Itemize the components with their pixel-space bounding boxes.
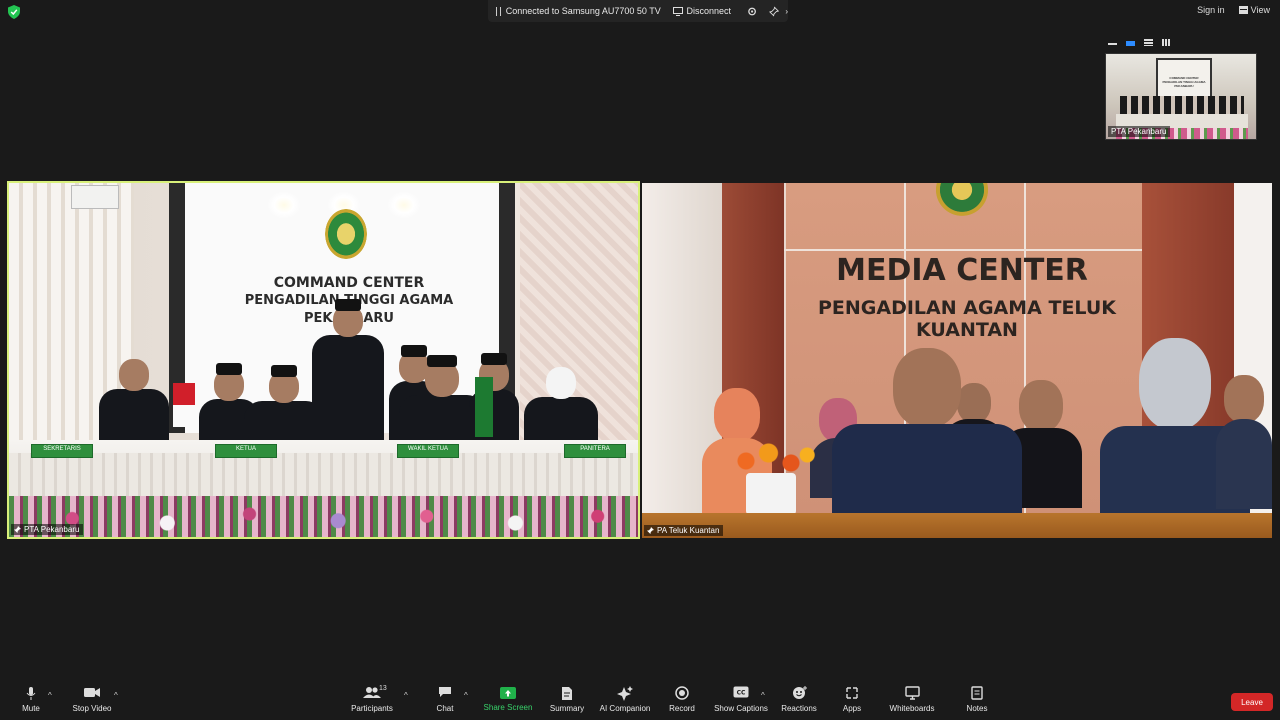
nameplate-ketua: KETUA [215,444,277,458]
tile-name-tag: PA Teluk Kuantan [644,525,724,536]
view-button[interactable]: View [1238,5,1270,15]
pin-icon [647,527,654,534]
svg-text:CC: CC [737,690,746,697]
pin-icon[interactable] [769,5,780,17]
thumbnail-controls [1108,39,1171,46]
disconnect-button[interactable]: Disconnect [673,6,731,16]
desk [642,513,1272,538]
thumbnail-participant-name: PTA Pekanbaru [1111,127,1167,136]
court-flag [475,377,493,437]
notes-label: Notes [966,704,988,713]
participants-button[interactable]: 13 Participants [337,685,407,713]
chat-button[interactable]: Chat [410,686,480,713]
minimize-icon[interactable] [1108,39,1117,45]
video-tile-pa-teluk-kuantan[interactable]: MEDIA CENTER PENGADILAN AGAMA TELUK KUAN… [642,183,1272,538]
backdrop-sign-line1: MEDIA CENTER [836,253,1088,288]
chat-bubble-icon [410,686,480,701]
participant-name: PTA Pekanbaru [24,525,80,534]
security-shield-icon[interactable] [8,5,20,19]
notes-icon [942,686,1012,701]
ceiling-light [387,191,421,219]
flower-arrangement [9,496,638,537]
strip-layout-icon[interactable] [1144,39,1153,46]
nameplate-sekretaris: SEKRETARIS [31,444,93,458]
show-captions-label: Show Captions [714,704,768,713]
mute-label: Mute [22,704,40,713]
share-screen-icon [500,687,516,699]
self-view-thumbnail[interactable]: COMMAND CENTER PENGADILAN TINGGI AGAMA P… [1105,53,1257,140]
chat-options-caret[interactable]: ^ [464,691,468,700]
leave-button[interactable]: Leave [1231,693,1273,711]
chat-label: Chat [436,704,454,713]
air-conditioner [71,185,119,209]
share-screen-label: Share Screen [483,703,533,712]
reactions-label: Reactions [781,704,817,713]
pause-icon [496,6,501,16]
vase [746,473,796,515]
ceiling-light [267,191,301,219]
whiteboards-label: Whiteboards [889,704,935,713]
backdrop-sign-line2: PENGADILAN AGAMA TELUK KUANTAN [817,297,1117,341]
gear-icon[interactable] [747,6,757,17]
record-label: Record [669,704,695,713]
participant-count-badge: 13 [379,685,387,692]
meeting-toolbar: Mute ^ Stop Video ^ 13 Participants ^ Ch… [0,680,1280,720]
court-emblem [325,209,367,259]
nameplate-wakil-ketua: WAKIL KETUA [397,444,459,458]
participants-label: Participants [351,704,393,713]
thumb-sign-line3: PEKANBARU [1174,84,1194,88]
nameplate-panitera: PANITERA [564,444,626,458]
thumbnail-name-tag: PTA Pekanbaru [1108,126,1171,137]
ai-companion-label: AI Companion [599,704,651,713]
notes-button[interactable]: Notes [942,686,1012,713]
view-grid-icon [1238,6,1248,14]
tile-name-tag: PTA Pekanbaru [11,524,84,535]
view-label: View [1250,5,1270,15]
participants-icon: 13 [337,685,407,701]
pin-icon [14,526,21,533]
summary-label: Summary [549,704,585,713]
backdrop-sign-line1: COMMAND CENTER [273,275,425,291]
top-bar: Connected to Samsung AU7700 50 TV Discon… [0,0,1280,24]
screen-share-connection-bar: Connected to Samsung AU7700 50 TV Discon… [488,0,788,22]
whiteboards-button[interactable]: Whiteboards [877,686,947,713]
stop-video-label: Stop Video [72,704,112,713]
whiteboard-icon [877,686,947,701]
indonesian-flag [173,383,195,427]
screen-disconnect-icon [673,6,684,16]
person [1216,375,1272,509]
grid-layout-icon[interactable] [1162,39,1171,46]
thumbnail-people [1120,96,1244,114]
sign-in-button[interactable]: Sign in [1197,5,1225,15]
video-options-caret[interactable]: ^ [114,691,118,700]
apps-label: Apps [842,704,862,713]
participant-name: PA Teluk Kuantan [657,526,720,535]
mute-options-caret[interactable]: ^ [48,691,52,700]
standing-speaker [312,299,384,445]
disconnect-label: Disconnect [686,6,731,16]
participants-options-caret[interactable]: ^ [404,691,408,700]
active-speaker-layout-icon[interactable] [1126,41,1135,46]
person [832,348,1022,514]
chevron-right-icon[interactable]: › [785,7,788,16]
connection-status-text: Connected to Samsung AU7700 50 TV [505,6,661,16]
video-tile-pta-pekanbaru[interactable]: COMMAND CENTER PENGADILAN TINGGI AGAMA P… [7,181,640,539]
